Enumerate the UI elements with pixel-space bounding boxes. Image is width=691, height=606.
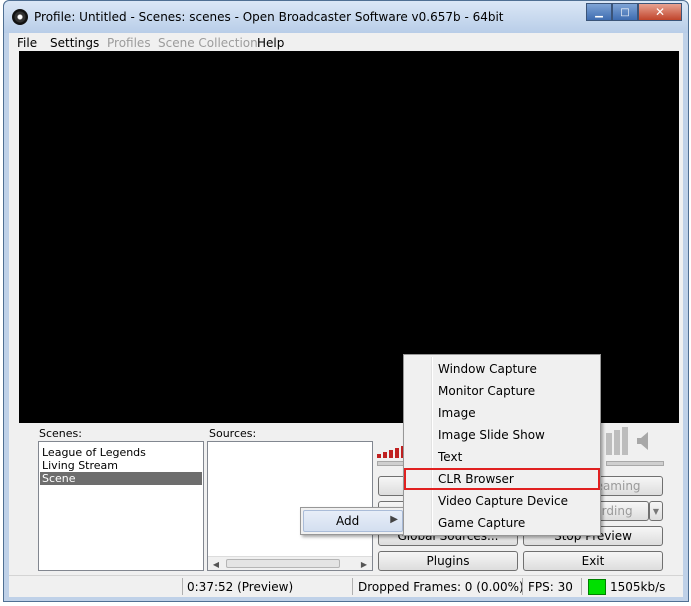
close-icon: ✕ (654, 5, 666, 19)
menu-settings[interactable]: Settings (50, 36, 99, 50)
exit-button[interactable]: Exit (523, 551, 663, 571)
scene-item-league-of-legends[interactable]: League of Legends (40, 446, 202, 459)
minimize-button[interactable]: ▁ (586, 3, 612, 21)
close-button[interactable]: ✕ (638, 3, 682, 21)
recording-dropdown-arrow-icon[interactable]: ▼ (649, 501, 663, 521)
maximize-button[interactable]: □ (612, 3, 638, 21)
caption-buttons: ▁ □ ✕ (586, 3, 682, 23)
scene-item-living-stream[interactable]: Living Stream (40, 459, 202, 472)
scroll-right-icon[interactable]: ▶ (358, 558, 370, 570)
bitrate-indicator (588, 579, 606, 595)
menu-bar: File Settings Profiles Scene Collection … (9, 33, 683, 51)
context-add-label: Add (336, 514, 360, 528)
scroll-thumb[interactable] (226, 559, 340, 568)
scenes-label: Scenes: (39, 427, 82, 440)
plugins-button[interactable]: Plugins (378, 551, 518, 571)
sources-hscrollbar[interactable]: ◀ ▶ (208, 556, 372, 570)
window-title: Profile: Untitled - Scenes: scenes - Ope… (34, 10, 504, 24)
context-add-item[interactable]: Add ▶ (303, 510, 403, 532)
menu-item-monitor-capture[interactable]: Monitor Capture (406, 380, 598, 402)
status-bitrate: 1505kb/s (610, 580, 666, 594)
menu-help[interactable]: Help (257, 36, 284, 50)
app-root: Profile: Untitled - Scenes: scenes - Ope… (0, 0, 691, 606)
menu-item-video-capture-device[interactable]: Video Capture Device (406, 490, 598, 512)
status-dropped-frames: Dropped Frames: 0 (0.00%) (358, 580, 524, 594)
menu-item-clr-browser[interactable]: CLR Browser (404, 468, 600, 490)
menu-scene-collection: Scene Collection (158, 36, 258, 50)
scroll-left-icon[interactable]: ◀ (210, 558, 222, 570)
status-bar: 0:37:52 (Preview) Dropped Frames: 0 (0.0… (9, 575, 683, 597)
maximize-icon: □ (620, 6, 630, 18)
add-source-submenu: Window Capture Monitor Capture Image Ima… (403, 354, 601, 536)
scene-item-scene[interactable]: Scene (40, 472, 202, 485)
scenes-list[interactable]: League of Legends Living Stream Scene (38, 441, 204, 571)
menu-item-game-capture[interactable]: Game Capture (406, 512, 598, 534)
title-bar[interactable]: Profile: Untitled - Scenes: scenes - Ope… (4, 1, 688, 33)
sources-context-menu: Add ▶ (300, 507, 406, 535)
sources-label: Sources: (209, 427, 257, 440)
menu-file[interactable]: File (17, 36, 37, 50)
menu-item-window-capture[interactable]: Window Capture (406, 358, 598, 380)
minimize-icon: ▁ (595, 6, 603, 18)
menu-item-image[interactable]: Image (406, 402, 598, 424)
sources-list[interactable]: ◀ ▶ (207, 441, 373, 571)
status-fps: FPS: 30 (528, 580, 573, 594)
submenu-arrow-icon: ▶ (390, 514, 398, 525)
menu-profiles: Profiles (107, 36, 151, 50)
menu-item-text[interactable]: Text (406, 446, 598, 468)
obs-logo-icon (12, 9, 28, 25)
status-time: 0:37:52 (Preview) (187, 580, 294, 594)
menu-item-image-slide-show[interactable]: Image Slide Show (406, 424, 598, 446)
desktop-volume-slider[interactable] (606, 461, 664, 466)
